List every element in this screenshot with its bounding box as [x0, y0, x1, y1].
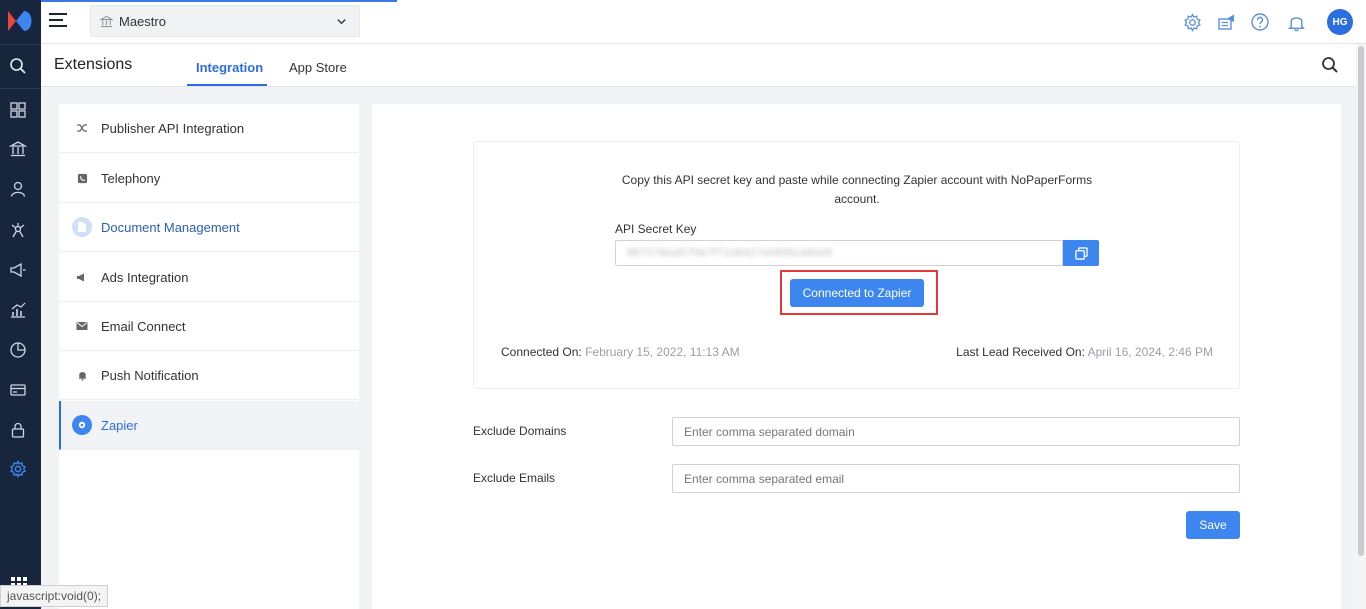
shuffle-icon [72, 118, 92, 138]
top-bar: Maestro HG [41, 0, 1366, 44]
institution-icon[interactable] [8, 139, 28, 159]
menu-item-push-notification[interactable]: Push Notification [59, 351, 359, 400]
page-scrollbar[interactable] [1356, 44, 1366, 609]
envelope-icon [72, 316, 92, 336]
dashboard-icon[interactable] [8, 100, 28, 120]
search-icon[interactable] [1321, 56, 1339, 74]
avatar[interactable]: HG [1327, 9, 1353, 35]
rail-separator [0, 88, 41, 89]
document-icon [72, 217, 92, 237]
scrollbar-thumb[interactable] [1358, 46, 1364, 556]
menu-item-label: Ads Integration [101, 269, 189, 285]
phone-icon [72, 168, 92, 188]
api-key-field[interactable]: 887276ea97f3e7f7108427e0955ca90e9 [615, 240, 1063, 266]
left-rail [0, 0, 41, 609]
chevron-down-icon [337, 19, 346, 25]
menu-item-label: Push Notification [101, 367, 199, 383]
menu-item-telephony[interactable]: Telephony [59, 154, 359, 203]
exclude-emails-label: Exclude Emails [473, 471, 556, 485]
user-icon[interactable] [8, 179, 28, 199]
active-tab-indicator [187, 84, 267, 86]
last-lead-label: Last Lead Received On: [956, 345, 1085, 359]
menu-item-label: Zapier [101, 417, 138, 433]
app-logo[interactable] [7, 9, 33, 33]
api-key-value: 887276ea97f3e7f7108427e0955ca90e9 [627, 247, 833, 259]
gear-icon[interactable] [1181, 11, 1203, 33]
loading-accent-bar [41, 0, 397, 2]
menu-item-label: Publisher API Integration [101, 120, 245, 136]
menu-item-label: Document Management [101, 219, 240, 235]
network-icon[interactable] [8, 220, 28, 240]
page-title: Extensions [54, 56, 133, 73]
last-lead-received: Last Lead Received On: April 16, 2024, 2… [956, 345, 1213, 359]
menu-item-label: Email Connect [101, 318, 186, 334]
menu-item-publisher-api[interactable]: Publisher API Integration [59, 104, 359, 153]
api-key-description: Copy this API secret key and paste while… [621, 173, 1093, 206]
api-key-card: Copy this API secret key and paste while… [473, 141, 1240, 389]
gear-icon [72, 415, 92, 435]
card-icon[interactable] [8, 380, 28, 400]
save-button[interactable]: Save [1186, 511, 1240, 539]
bell-icon [72, 365, 92, 385]
browser-status-bar: javascript:void(0); [0, 585, 109, 607]
copy-key-button[interactable] [1063, 240, 1099, 266]
institution-icon [100, 15, 113, 27]
menu-item-label: Telephony [101, 170, 161, 186]
api-key-label: API Secret Key [615, 222, 697, 236]
help-icon[interactable] [1249, 11, 1271, 33]
extensions-menu: Publisher API Integration Telephony Docu… [59, 104, 359, 609]
menu-item-document-management[interactable]: Document Management [59, 203, 359, 252]
tab-integration[interactable]: Integration [196, 60, 263, 75]
institute-select[interactable]: Maestro [90, 5, 360, 37]
lock-icon[interactable] [8, 420, 28, 440]
page-header: Extensions Integration App Store [41, 44, 1356, 87]
zapier-settings-panel: Copy this API secret key and paste while… [372, 104, 1341, 609]
connected-on-value: February 15, 2022, 11:13 AM [585, 345, 740, 359]
last-lead-value: April 16, 2024, 2:46 PM [1087, 345, 1213, 359]
announcement-icon[interactable] [1216, 11, 1238, 33]
connected-on: Connected On: February 15, 2022, 11:13 A… [501, 345, 740, 359]
exclude-emails-input[interactable] [672, 464, 1240, 493]
exclude-domains-input[interactable] [672, 417, 1240, 446]
tab-app-store[interactable]: App Store [289, 60, 347, 75]
menu-item-zapier[interactable]: Zapier [59, 401, 359, 450]
bell-icon[interactable] [1285, 11, 1307, 33]
settings-icon[interactable] [8, 459, 28, 479]
exclude-domains-label: Exclude Domains [473, 424, 567, 438]
analytics-icon[interactable] [8, 300, 28, 320]
institute-name: Maestro [119, 13, 166, 29]
megaphone-icon[interactable] [8, 260, 28, 280]
copy-icon [1074, 246, 1088, 260]
menu-toggle-icon[interactable] [49, 13, 71, 29]
menu-item-ads-integration[interactable]: Ads Integration [59, 253, 359, 302]
search-icon[interactable] [8, 56, 28, 76]
megaphone-icon [72, 267, 92, 287]
connected-to-zapier-button[interactable]: Connected to Zapier [790, 279, 924, 307]
rail-separator [0, 44, 41, 45]
pie-chart-icon[interactable] [8, 340, 28, 360]
menu-item-email-connect[interactable]: Email Connect [59, 302, 359, 351]
connected-on-label: Connected On: [501, 345, 582, 359]
